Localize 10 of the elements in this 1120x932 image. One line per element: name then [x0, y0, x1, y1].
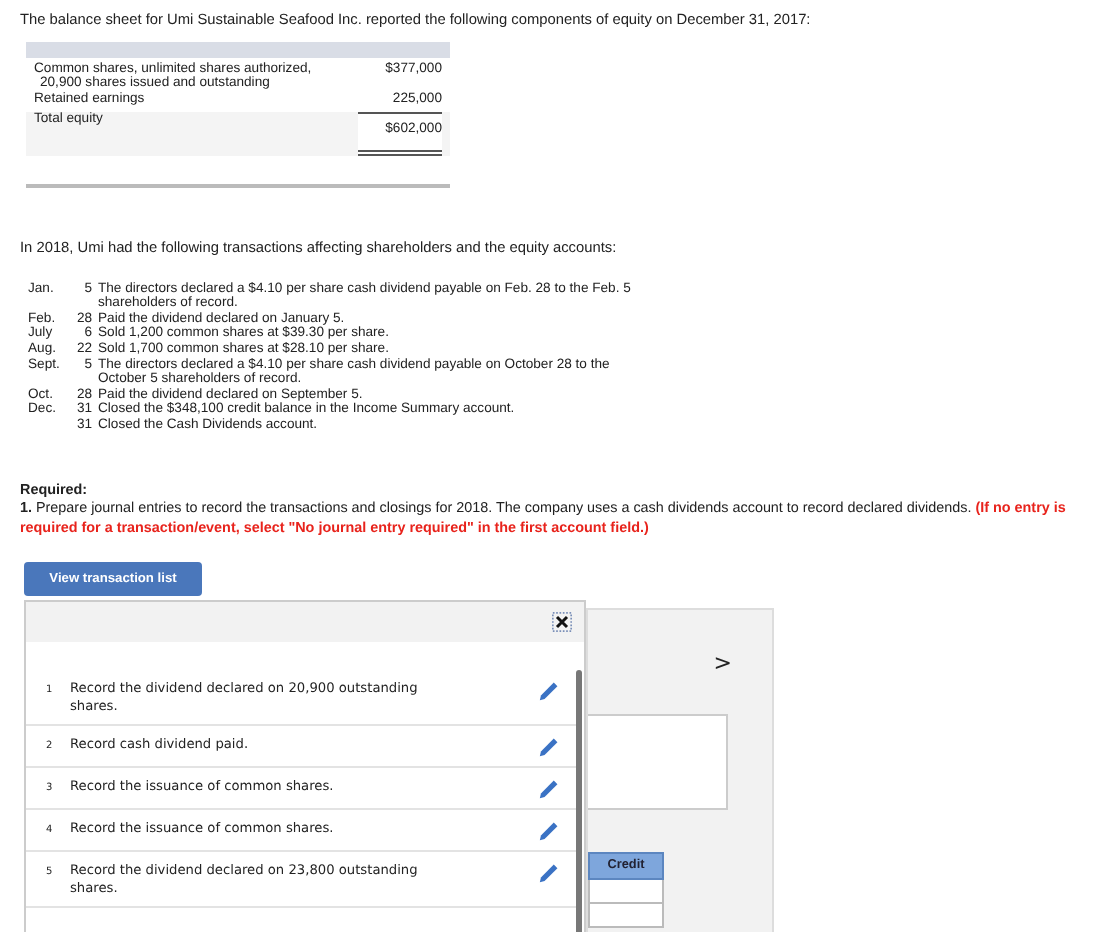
pencil-icon[interactable]: [538, 778, 560, 801]
table-cell[interactable]: [588, 880, 664, 905]
close-icon[interactable]: [552, 612, 572, 633]
pencil-icon[interactable]: [538, 680, 560, 703]
table-cell[interactable]: [588, 904, 664, 929]
scrollbar[interactable]: [576, 670, 582, 932]
pencil-icon[interactable]: [538, 820, 560, 843]
next-arrow[interactable]: >: [713, 649, 732, 676]
pencil-icon[interactable]: [538, 862, 560, 885]
pencil-icon[interactable]: [538, 736, 560, 759]
